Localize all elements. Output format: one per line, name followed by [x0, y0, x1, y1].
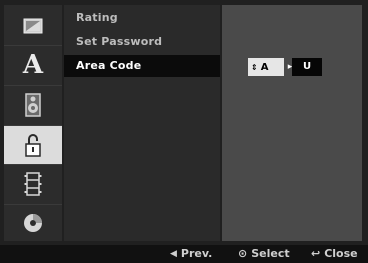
area-code-first-letter-selector[interactable]: ⇕ A: [248, 58, 284, 76]
options-panel: [222, 5, 362, 241]
sidebar-item-general[interactable]: [4, 7, 62, 45]
menu-item-set-password[interactable]: Set Password: [64, 31, 220, 53]
up-down-arrows-icon: ⇕: [251, 62, 258, 72]
sidebar-item-film[interactable]: [4, 165, 62, 203]
setup-screen: A Rating Set Password Area Code ⇕ A ▸ U …: [0, 0, 368, 263]
category-sidebar: A: [4, 5, 62, 241]
language-icon: A: [22, 50, 44, 80]
lock-menu: Rating Set Password Area Code: [64, 5, 220, 241]
area-code-second-letter-field[interactable]: U: [292, 58, 322, 76]
hint-prev[interactable]: ◀ Prev.: [170, 245, 212, 263]
disc-icon: [24, 214, 42, 232]
lock-icon: [25, 134, 41, 157]
hint-close[interactable]: ↩ Close: [311, 245, 358, 263]
select-icon: ⊙: [238, 247, 248, 260]
left-arrow-icon: ◀: [170, 249, 177, 259]
sidebar-item-lock[interactable]: [4, 126, 62, 164]
area-code-first-letter: A: [260, 61, 269, 73]
menu-item-area-code[interactable]: Area Code: [64, 55, 220, 77]
menu-item-rating[interactable]: Rating: [64, 7, 220, 29]
bottom-hint-bar: ◀ Prev. ⊙ Select ↩ Close: [0, 245, 368, 263]
general-icon: [23, 18, 43, 34]
hint-select[interactable]: ⊙ Select: [238, 245, 290, 263]
film-icon: [24, 172, 42, 196]
hint-select-label: Select: [251, 247, 290, 260]
return-icon: ↩: [311, 247, 321, 260]
sidebar-item-language[interactable]: A: [4, 46, 62, 84]
hint-close-label: Close: [324, 247, 358, 260]
sidebar-item-disc[interactable]: [4, 204, 62, 242]
hint-prev-label: Prev.: [180, 247, 213, 260]
audio-speaker-icon: [25, 93, 41, 117]
sidebar-item-audio[interactable]: [4, 86, 62, 124]
